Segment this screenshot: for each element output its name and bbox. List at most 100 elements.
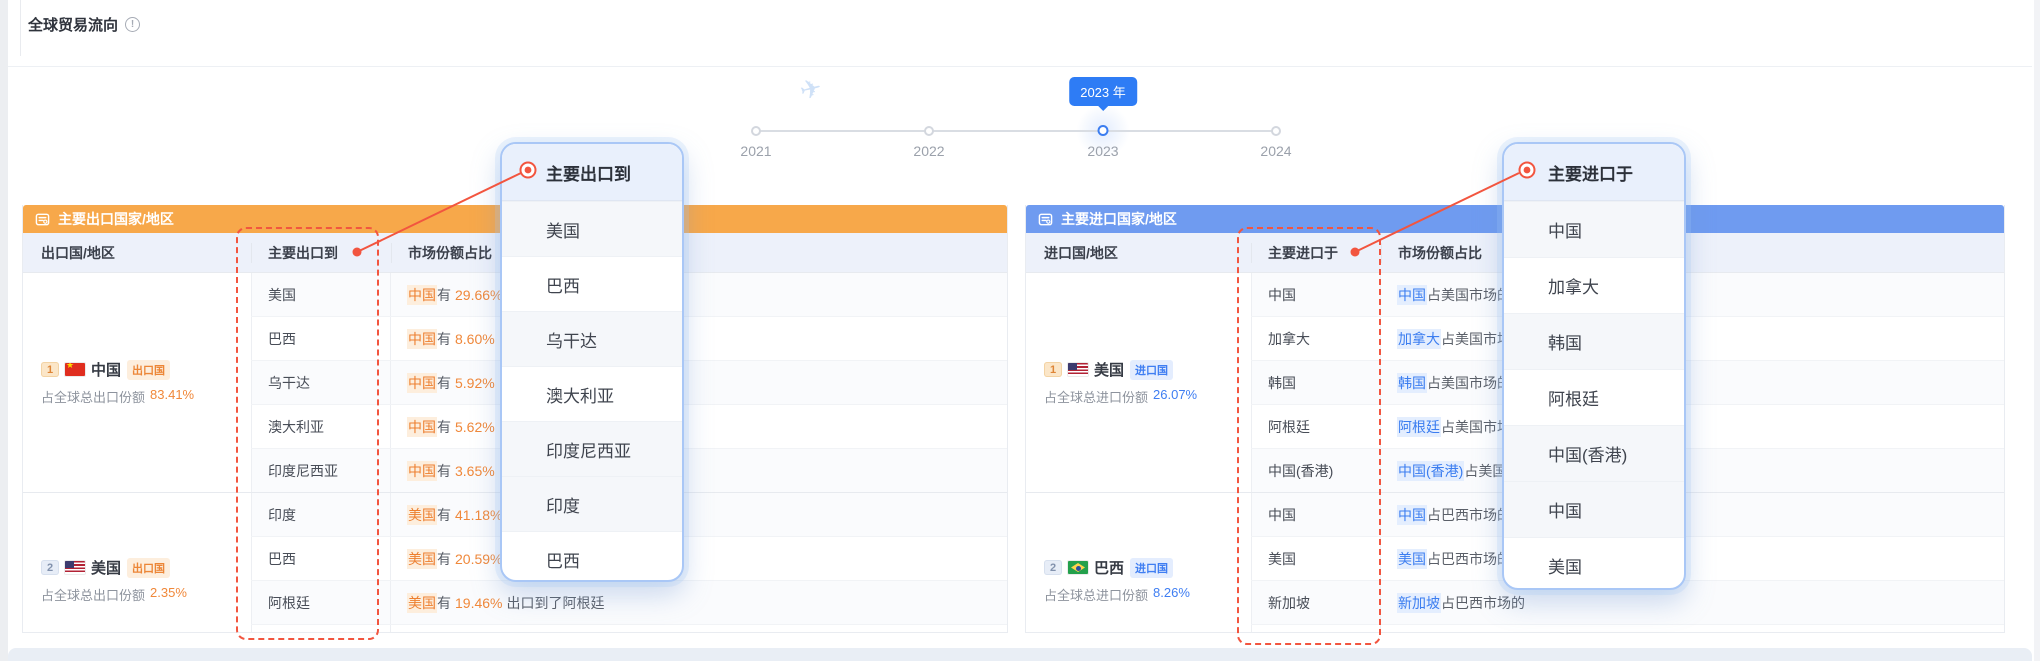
share-cell: 中国有8.60%出口到了巴西 [391,317,1007,360]
plane-decoration-icon: ✈ [797,72,826,107]
exporter-highlight: 中国 [407,285,437,305]
destination-cell: 美国 [251,273,391,316]
share-value: 8.26% [1153,585,1190,604]
next-panel-edge [8,648,2032,661]
source-cell: 摩洛哥 [1251,625,1381,633]
export-magnifier-title: 主要出口到 [502,144,682,201]
share-cell: 中国(香港)占美国市场的 [1381,449,2004,492]
window-right-edge [2034,0,2040,661]
share-text: 占巴西市场的 [1427,549,1511,569]
source-cell: 美国 [1251,537,1381,580]
destination-cell: 阿根廷 [251,581,391,624]
share-cell: 美国有8.82%出口到了哥伦比亚 [391,625,1007,633]
destination-cell: 澳大利亚 [251,405,391,448]
share-cell: 阿根廷占美国市场的 [1381,405,2004,448]
panel-divider [8,66,2032,67]
source-cell: 中国 [1251,493,1381,536]
share-text: 占美国市场的 [1427,285,1511,305]
table-list-icon [1038,212,1053,227]
share-cell: 美国占巴西市场的 [1381,537,2004,580]
exporter-badge: 出口国 [127,558,170,578]
list-item[interactable]: 澳大利亚 [502,366,682,421]
destination-cell: 印度尼西亚 [251,449,391,492]
year-tooltip: 2023 年 [1069,77,1137,106]
share-text: 有 [437,285,451,305]
col-import-from: 主要进口于 [1251,243,1381,263]
destination-cell: 巴西 [251,317,391,360]
share-value: 83.41% [150,387,194,406]
source-highlight: 中国(香港) [1397,461,1464,481]
year-label-2022[interactable]: 2022 [913,143,944,159]
share-text: 有 [437,505,451,525]
slider-dot-2021[interactable] [751,126,761,136]
list-item[interactable]: 美国 [502,201,682,256]
import-column-magnifier: 主要进口于 中国 加拿大 韩国 阿根廷 中国(香港) 中国 美国 [1502,142,1686,590]
source-highlight: 美国 [1397,549,1427,569]
share-pct: 5.62% [455,419,495,435]
list-item[interactable]: 巴西 [502,531,682,582]
year-label-2024[interactable]: 2024 [1260,143,1291,159]
import-table-title: 主要进口国家/地区 [1061,209,1177,229]
list-item[interactable]: 巴西 [502,256,682,311]
col-exporter: 出口国/地区 [23,243,251,263]
list-item[interactable]: 乌干达 [502,311,682,366]
share-pct: 19.46% [455,595,502,611]
share-cell: 美国有41.18%出口到了印度 [391,493,1007,536]
window-left-edge [0,0,8,661]
slider-dot-2022[interactable] [924,126,934,136]
import-magnifier-title: 主要进口于 [1504,144,1684,201]
list-item[interactable]: 中国 [1504,201,1684,257]
slider-handle-2023[interactable] [1098,125,1109,136]
info-icon[interactable]: ! [125,17,140,32]
share-value: 26.07% [1153,387,1197,406]
share-text: 有 [437,373,451,393]
slider-dot-2024[interactable] [1271,126,1281,136]
rank-badge: 1 [1044,362,1062,377]
rank-badge: 2 [1044,560,1062,575]
share-text: 占巴西市场的 [1427,505,1511,525]
share-cell: 美国有20.59%出口到了巴西 [391,537,1007,580]
year-slider-track[interactable] [756,130,1276,132]
share-pct: 3.65% [455,463,495,479]
source-cell: 加拿大 [1251,317,1381,360]
share-cell: 韩国占美国市场的 [1381,361,2004,404]
exporter-cell: 2 美国 出口国 占全球总出口份额 2.35% [23,493,251,633]
exporter-highlight: 中国 [407,329,437,349]
share-text: 有 [437,593,451,613]
rank-badge: 2 [41,560,59,575]
list-item[interactable]: 中国 [1504,481,1684,537]
share-cell: 中国占巴西市场的 [1381,493,2004,536]
list-item[interactable]: 加拿大 [1504,257,1684,313]
exporter-highlight: 中国 [407,373,437,393]
share-cell: 中国有29.66%出口到了美国 [391,273,1007,316]
importer-cell: 1 美国 进口国 占全球总进口份额 26.07% [1026,273,1251,492]
share-cell: 中国有5.92%出口到了乌干达 [391,361,1007,404]
share-cell: 中国占美国市场的 [1381,273,2004,316]
page-title: 全球贸易流向 ! [28,14,140,35]
year-label-2023[interactable]: 2023 [1087,143,1118,159]
list-item[interactable]: 中国(香港) [1504,425,1684,481]
source-cell: 韩国 [1251,361,1381,404]
us-flag-icon [65,561,85,574]
list-item[interactable]: 印度尼西亚 [502,421,682,476]
col-export-to: 主要出口到 [251,243,391,263]
table-list-icon [35,212,50,227]
share-cell: 摩洛哥占巴西市场的1.09% [1381,625,2004,633]
source-cell: 中国(香港) [1251,449,1381,492]
list-item[interactable]: 阿根廷 [1504,369,1684,425]
share-label: 占全球总进口份额 [1044,585,1148,604]
share-cell: 中国有3.65%出口到了印度尼西亚 [391,449,1007,492]
country-name: 巴西 [1094,557,1124,578]
importer-badge: 进口国 [1130,360,1173,380]
list-item[interactable]: 印度 [502,476,682,531]
share-cell: 加拿大占美国市场的 [1381,317,2004,360]
source-highlight: 新加坡 [1397,593,1441,613]
source-highlight: 中国 [1397,285,1427,305]
year-label-2021[interactable]: 2021 [740,143,771,159]
export-column-magnifier: 主要出口到 美国 巴西 乌干达 澳大利亚 印度尼西亚 印度 巴西 [500,142,684,582]
list-item[interactable]: 美国 [1504,537,1684,590]
share-cell: 中国有5.62%出口到了澳大利亚 [391,405,1007,448]
list-item[interactable]: 韩国 [1504,313,1684,369]
table-row: 阿根廷 美国有19.46%出口到了阿根廷 [251,580,1007,624]
importer-cell: 2 巴西 进口国 占全球总进口份额 8.26% [1026,493,1251,633]
